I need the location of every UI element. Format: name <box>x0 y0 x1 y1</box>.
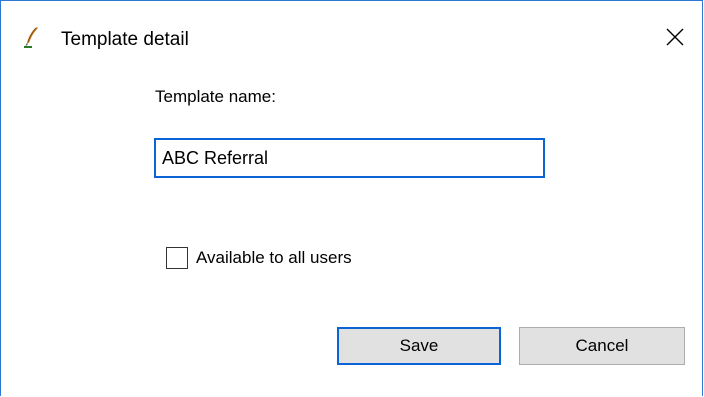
save-button[interactable]: Save <box>337 327 501 365</box>
quill-pen-icon <box>21 25 43 49</box>
dialog-window: Template detail Template name: Available… <box>0 0 703 396</box>
available-to-all-users-label[interactable]: Available to all users <box>196 248 352 268</box>
template-name-label: Template name: <box>155 87 276 106</box>
dialog-body: Template name: Available to all users Sa… <box>1 59 702 397</box>
available-to-all-users-option[interactable]: Available to all users <box>166 247 352 269</box>
available-to-all-users-checkbox[interactable] <box>166 247 188 269</box>
cancel-button[interactable]: Cancel <box>519 327 685 365</box>
window-title: Template detail <box>61 29 189 50</box>
close-icon <box>666 28 684 51</box>
close-button[interactable] <box>652 19 698 59</box>
title-bar[interactable]: Template detail <box>1 1 702 50</box>
template-name-input[interactable] <box>154 138 545 178</box>
